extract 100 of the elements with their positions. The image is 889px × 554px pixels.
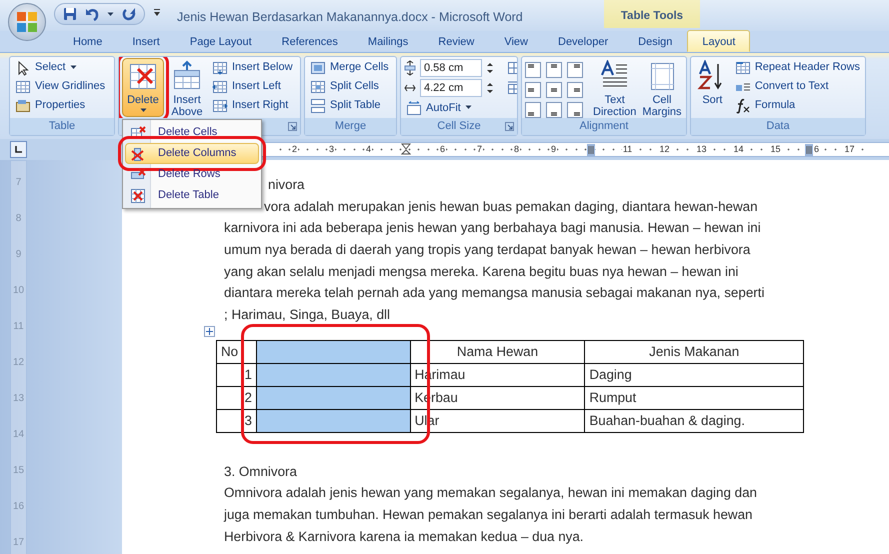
distribute-rows-icon (506, 60, 517, 76)
ribbon-button[interactable]: Text Direction (591, 58, 638, 117)
table-header-cell: Jenis Makanan (584, 340, 804, 364)
ribbon-button[interactable]: Insert Right (210, 96, 295, 115)
ribbon-tab[interactable]: View (489, 30, 543, 52)
ribbon-button[interactable]: Select (13, 58, 108, 77)
section-heading: nivora (267, 176, 306, 194)
ribbon-button[interactable]: Split Table (308, 96, 391, 115)
cell-alignment-icon (567, 82, 583, 98)
align-button[interactable] (567, 82, 585, 98)
spinner-arrows-icon (486, 81, 494, 96)
align-button[interactable] (546, 102, 564, 118)
group-label: Data (766, 120, 790, 132)
properties-icon (15, 98, 31, 114)
align-button[interactable] (546, 62, 564, 78)
insert-row-below-icon (212, 60, 228, 76)
group-label: Alignment (580, 120, 628, 132)
ribbon-tab[interactable]: Developer (543, 30, 624, 52)
table-cell: 1 (216, 363, 256, 386)
ribbon-button[interactable]: Convert to Text (732, 77, 862, 96)
cell-alignment-icon (546, 62, 562, 78)
distribute-rows-button[interactable] (506, 60, 517, 76)
ribbon-tab[interactable]: Page Layout (174, 30, 267, 52)
cell-alignment-icon (525, 62, 541, 78)
cell-alignment-icon (567, 102, 583, 118)
undo-dropdown-button[interactable] (107, 12, 114, 16)
ribbon-button[interactable]: Sort (694, 58, 731, 117)
office-button[interactable] (8, 3, 46, 41)
cell-alignment-icon (567, 62, 583, 78)
ribbon-button[interactable]: View Gridlines (13, 77, 108, 96)
undo-icon (85, 7, 99, 21)
size-input[interactable]: 0.58 cm (420, 59, 482, 78)
cell-alignment-icon (525, 102, 541, 118)
save-button[interactable] (63, 7, 77, 21)
ribbon-tab[interactable]: Home (58, 30, 118, 52)
table-cell: Daging (584, 363, 804, 386)
window-title: Jenis Hewan Berdasarkan Makanannya.docx - Microsoft Word (176, 9, 524, 26)
paragraph: Omnivora adalah jenis hewan yang memakan segalanya, hewan ini memakan daging dan juga memakan tumbuhan. Hewan pemakan segalanya ini berarti adalah termasuk hewan Herbivora & Karnivora karena ia memakan kedua – dua nya. (224, 484, 758, 546)
spinner-arrows-icon (486, 61, 494, 76)
ribbon-tab[interactable]: Mailings (352, 30, 424, 52)
split-cells-icon (310, 78, 326, 94)
function-icon (734, 98, 751, 114)
autofit-icon (406, 100, 422, 116)
ribbon-button[interactable]: Merge Cells (308, 58, 391, 77)
tab-selector-button[interactable] (10, 141, 27, 158)
ribbon-button[interactable]: Properties (13, 96, 108, 115)
spinner-button[interactable] (486, 61, 494, 76)
cell-alignment-icon (525, 82, 541, 98)
distribute-columns-icon (506, 80, 517, 96)
ribbon-button[interactable]: Formula (732, 96, 862, 115)
align-button[interactable] (525, 102, 543, 118)
ribbon-button[interactable]: Insert Above (166, 58, 208, 117)
merge-cells-icon (310, 60, 326, 76)
undo-button[interactable] (85, 7, 99, 21)
size-input[interactable]: 4.22 cm (420, 79, 482, 98)
insert-row-above-icon (171, 60, 203, 90)
table-header-cell: No (216, 340, 256, 364)
align-button[interactable] (525, 62, 543, 78)
table-grid-icon (15, 78, 31, 94)
menu-item[interactable]: Delete Rows (125, 164, 259, 185)
distribute-columns-button[interactable] (506, 80, 517, 96)
ribbon-button[interactable]: Cell Margins (640, 58, 684, 117)
table-cell: 3 (216, 409, 256, 432)
dialog-launcher-button[interactable] (505, 122, 514, 131)
align-button[interactable] (567, 62, 585, 78)
ribbon-tab[interactable]: Layout (687, 30, 750, 52)
ribbon-button[interactable]: Insert Left (210, 77, 295, 96)
ribbon-tab[interactable]: Insert (117, 30, 175, 52)
customize-caret-icon (153, 8, 161, 17)
ribbon-tab[interactable]: References (266, 30, 353, 52)
ribbon-button[interactable]: AutoFit (404, 98, 517, 117)
group-label: Table (48, 120, 76, 132)
customize-toolbar-button[interactable] (153, 8, 161, 17)
ribbon-button[interactable]: Split Cells (308, 77, 391, 96)
spinner-button[interactable] (486, 81, 494, 96)
group-label: Merge (334, 120, 366, 132)
split-table-icon (310, 98, 326, 114)
section-heading: 3. Omnivora (224, 462, 298, 481)
delete-column-icon (130, 146, 146, 162)
delete-table-icon (130, 188, 146, 204)
ribbon-tab[interactable]: Review (423, 30, 490, 52)
align-button[interactable] (567, 102, 585, 118)
dialog-launcher-button[interactable] (288, 122, 297, 131)
caret-icon (107, 12, 114, 16)
table-cell: Rumput (584, 386, 804, 410)
align-button[interactable] (525, 82, 543, 98)
table-move-handle[interactable] (204, 326, 215, 337)
align-button[interactable] (546, 82, 564, 98)
ribbon-tab[interactable]: Design (623, 30, 688, 52)
redo-icon (122, 7, 136, 21)
table-header-cell: Nama Hewan (410, 340, 585, 364)
dialog-launcher-icon (288, 122, 297, 131)
ribbon-button[interactable]: Repeat Header Rows (732, 58, 862, 77)
office-logo-icon (16, 11, 38, 33)
table-cell: 2 (216, 386, 256, 410)
row-height-icon (404, 60, 416, 76)
redo-button[interactable] (122, 7, 136, 21)
save-icon (63, 7, 77, 21)
ribbon-button[interactable]: Insert Below (210, 58, 295, 77)
insert-column-right-icon (212, 98, 228, 114)
